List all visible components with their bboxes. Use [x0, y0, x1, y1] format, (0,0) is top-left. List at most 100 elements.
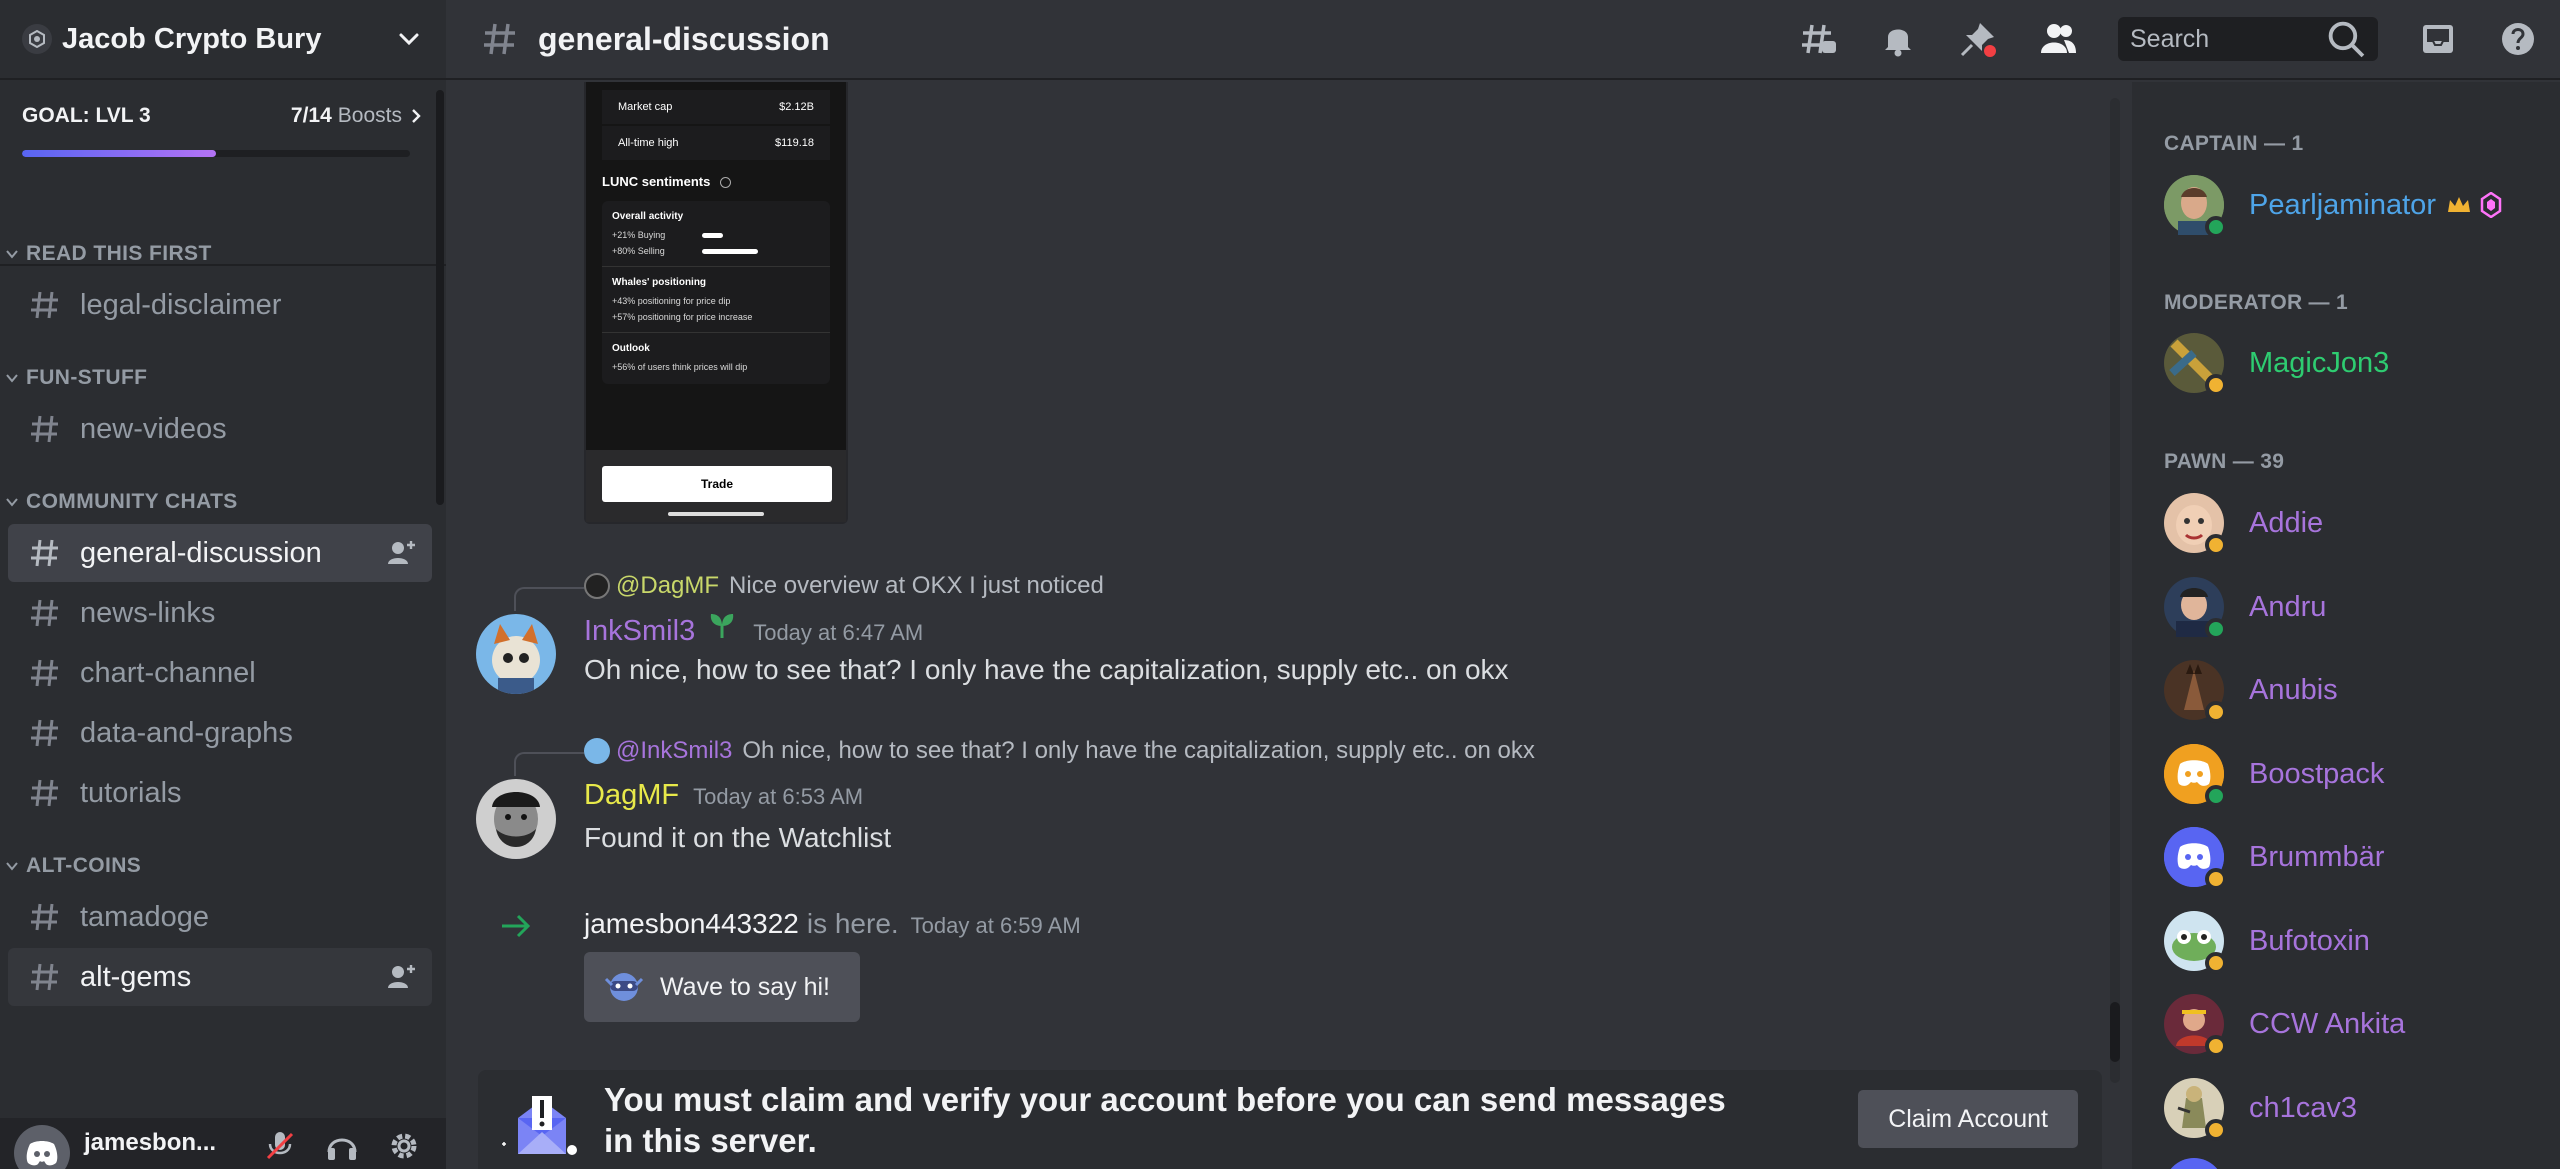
user-name: jamesbon... [84, 1129, 217, 1156]
member-item[interactable]: Addie [2164, 492, 2323, 556]
chat-scroll-track[interactable] [2110, 98, 2120, 1083]
member-item[interactable]: Boostpack [2164, 743, 2385, 807]
member-avatar [2164, 911, 2227, 974]
reply-mention[interactable]: @DagMF [616, 572, 719, 600]
member-avatar [2164, 660, 2227, 723]
category-alt-coins[interactable]: ALT-COINS [0, 846, 440, 886]
category-read-this-first[interactable]: READ THIS FIRST [0, 234, 440, 274]
member-item[interactable]: Andru [2164, 576, 2327, 640]
embed-selling: +80% Selling [612, 246, 665, 256]
wumpus-wave-icon [604, 973, 644, 1001]
invite-member-icon[interactable] [386, 538, 416, 568]
embed-value: $2.12B [779, 101, 814, 113]
channel-new-videos[interactable]: new-videos [8, 400, 432, 458]
claim-account-button[interactable]: Claim Account [1858, 1090, 2078, 1148]
server-header[interactable]: Jacob Crypto Bury [0, 0, 446, 80]
inbox-icon[interactable] [2418, 19, 2458, 59]
status-idle-icon [2205, 701, 2227, 723]
threads-icon[interactable] [1798, 19, 1838, 59]
joined-user[interactable]: jamesbon443322 [584, 908, 799, 940]
user-avatar[interactable] [14, 1125, 70, 1169]
status-online-icon [2205, 785, 2227, 807]
mute-microphone-icon[interactable] [262, 1128, 298, 1164]
reply-reference[interactable]: @InkSmil3 Oh nice, how to see that? I on… [584, 737, 1535, 765]
channel-legal-disclaimer[interactable]: legal-disclaimer [8, 276, 432, 334]
channel-tutorials[interactable]: tutorials [8, 764, 432, 822]
member-name: Boostpack [2249, 757, 2385, 790]
member-list-icon[interactable] [2038, 19, 2078, 59]
reply-text: Nice overview at OKX I just noticed [729, 572, 1104, 599]
home-indicator [668, 512, 764, 516]
channel-label: alt-gems [80, 960, 192, 993]
message-author[interactable]: DagMF [584, 779, 679, 812]
status-idle-icon [2205, 868, 2227, 890]
gear-icon[interactable] [386, 1128, 422, 1164]
member-item[interactable]: MagicJon3 [2164, 332, 2390, 396]
channel-list: READ THIS FIRST legal-disclaimer FUN-STU… [0, 222, 440, 1008]
member-item[interactable]: Brummbär [2164, 826, 2385, 890]
server-name: Jacob Crypto Bury [62, 22, 322, 55]
member-item[interactable]: Anubis [2164, 659, 2338, 723]
reply-reference[interactable]: @DagMF Nice overview at OKX I just notic… [584, 572, 1104, 600]
chevron-down-icon[interactable] [394, 24, 424, 54]
notification-bell-icon[interactable] [1878, 19, 1918, 59]
trade-button[interactable]: Trade [602, 466, 832, 502]
member-item[interactable]: CCW Ankita [2164, 993, 2405, 1057]
channel-label: legal-disclaimer [80, 288, 282, 321]
discord-logo-icon [26, 1141, 58, 1166]
channel-chart-channel[interactable]: chart-channel [8, 644, 432, 702]
member-item[interactable]: Pearljaminator [2164, 174, 2502, 238]
hash-icon [31, 659, 58, 687]
message-header: InkSmil3 Today at 6:47 AM [584, 610, 923, 648]
chat-scroll-thumb[interactable] [2110, 1002, 2120, 1062]
boost-count-value: 7/14 [290, 104, 332, 127]
category-community-chats[interactable]: COMMUNITY CHATS [0, 482, 440, 522]
headset-icon[interactable] [324, 1128, 360, 1164]
member-name: Anubis [2249, 673, 2338, 706]
member-name: Bufotoxin [2249, 924, 2370, 957]
channel-tamadoge[interactable]: tamadoge [8, 888, 432, 946]
pinned-messages-icon[interactable] [1958, 19, 1998, 59]
search-input[interactable]: Search [2118, 17, 2378, 61]
status-idle-icon [2205, 1119, 2227, 1141]
reply-avatar [584, 573, 610, 599]
reply-text: Oh nice, how to see that? I only have th… [742, 737, 1535, 764]
help-icon[interactable] [2498, 19, 2538, 59]
member-avatar [2164, 175, 2227, 238]
system-join-message: jamesbon443322 is here. Today at 6:59 AM [584, 908, 1081, 940]
hash-icon [31, 291, 58, 319]
search-icon [2328, 21, 2365, 58]
sidebar-scrollbar[interactable] [436, 90, 444, 505]
claim-account-banner: You must claim and verify your account b… [478, 1070, 2102, 1169]
invite-member-icon[interactable] [386, 962, 416, 992]
reply-spine [514, 587, 584, 611]
channel-news-links[interactable]: news-links [8, 584, 432, 642]
selling-bar [702, 248, 758, 254]
member-name: MagicJon3 [2249, 346, 2390, 379]
channel-alt-gems[interactable]: alt-gems [8, 948, 432, 1006]
channel-general-discussion[interactable]: general-discussion [8, 524, 432, 582]
image-attachment[interactable]: Market cap $2.12B All-time high $119.18 … [584, 82, 848, 524]
embed-row-ath: All-time high $119.18 [602, 126, 830, 160]
avatar[interactable] [476, 779, 556, 859]
embed-value: $119.18 [775, 137, 814, 149]
member-item[interactable]: ch1cav3 [2164, 1077, 2357, 1141]
member-avatar [2164, 493, 2227, 556]
wave-button[interactable]: Wave to say hi! [584, 952, 860, 1022]
channel-data-and-graphs[interactable]: data-and-graphs [8, 704, 432, 762]
message-author[interactable]: InkSmil3 [584, 615, 695, 648]
status-idle-icon [2205, 374, 2227, 396]
status-online-icon [2205, 618, 2227, 640]
member-item[interactable]: Bufotoxin [2164, 910, 2370, 974]
user-panel: jamesbon... [0, 1118, 446, 1169]
member-name: Brummbär [2249, 840, 2385, 873]
member-avatar-partial [2164, 1158, 2224, 1169]
member-name: Andru [2249, 590, 2327, 623]
message-content: Found it on the Watchlist [584, 822, 892, 853]
hash-icon [31, 415, 58, 443]
member-avatar [2164, 1078, 2227, 1141]
reply-mention[interactable]: @InkSmil3 [616, 737, 732, 765]
hash-icon [31, 963, 58, 991]
avatar[interactable] [476, 614, 556, 694]
category-fun-stuff[interactable]: FUN-STUFF [0, 358, 440, 398]
